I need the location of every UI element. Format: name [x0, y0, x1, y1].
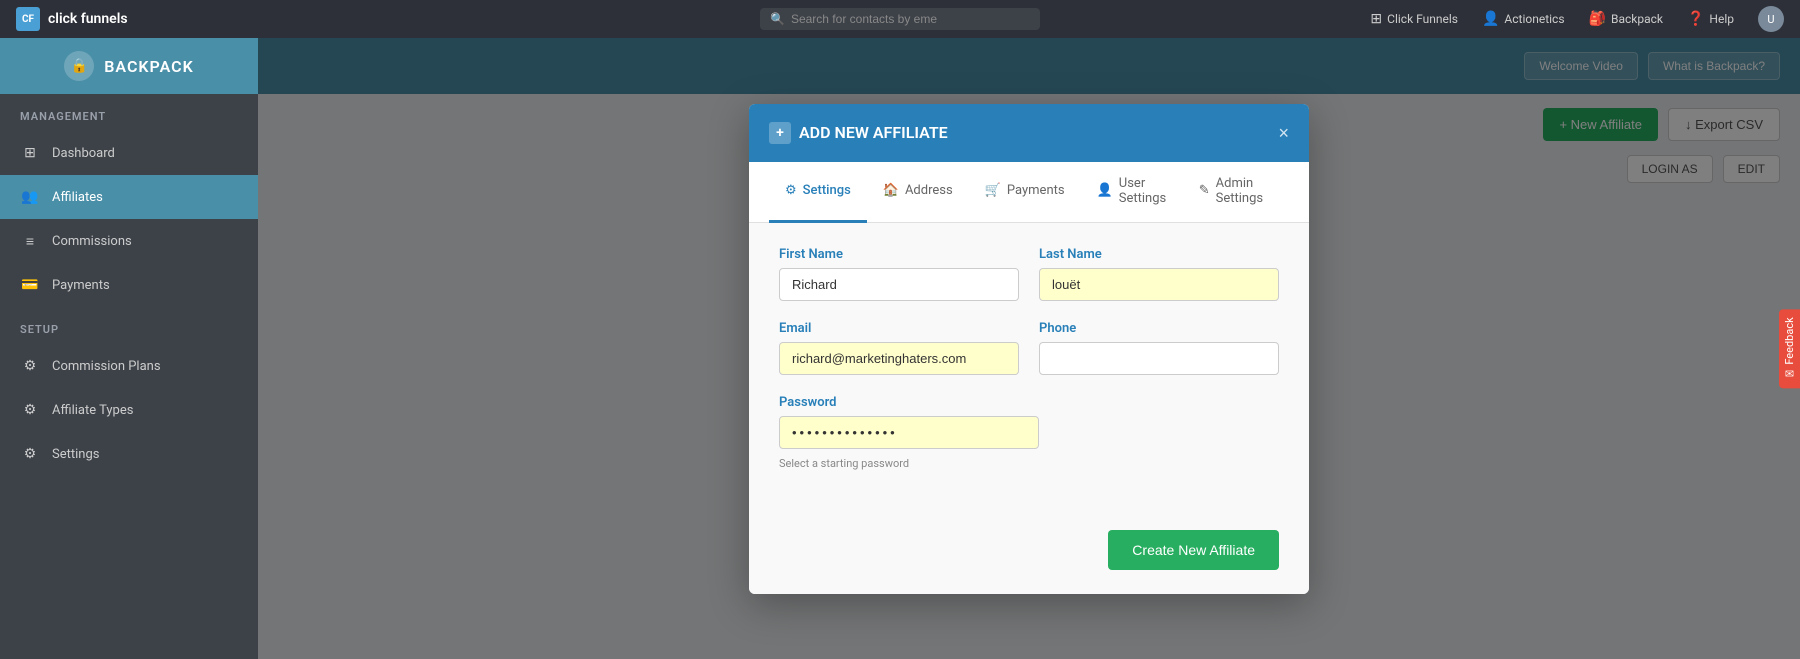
navbar: CF click funnels 🔍 ⊞ Click Funnels 👤 Act…	[0, 0, 1800, 38]
tab-admin-settings[interactable]: ✎ Admin Settings	[1183, 162, 1289, 223]
commission-plans-icon: ⚙	[20, 356, 40, 376]
modal-header: + ADD NEW AFFILIATE ×	[749, 104, 1309, 162]
tab-user-settings[interactable]: 👤 User Settings	[1081, 162, 1183, 223]
modal-tabs: ⚙ Settings 🏠 Address 🛒 Payments 👤 User S…	[749, 162, 1309, 223]
search-input[interactable]	[791, 12, 1030, 26]
sidebar-item-affiliates[interactable]: 👥 Affiliates	[0, 175, 258, 219]
sidebar-item-dashboard[interactable]: ⊞ Dashboard	[0, 131, 258, 175]
user-settings-tab-icon: 👤	[1097, 183, 1113, 198]
first-name-input[interactable]	[779, 268, 1019, 301]
avatar[interactable]: U	[1758, 6, 1784, 32]
first-name-label: First Name	[779, 247, 1019, 262]
modal-title: + ADD NEW AFFILIATE	[769, 122, 948, 144]
password-label: Password	[779, 395, 1279, 410]
address-tab-icon: 🏠	[883, 183, 899, 198]
sidebar-section-management: MANAGEMENT	[0, 94, 258, 131]
navbar-backpack[interactable]: 🎒 Backpack	[1589, 11, 1663, 27]
sidebar-item-label: Dashboard	[52, 146, 115, 161]
sidebar-title: BACKPACK	[104, 57, 194, 76]
actionetics-icon: 👤	[1482, 11, 1499, 27]
modal-overlay[interactable]: + ADD NEW AFFILIATE × ⚙ Settings 🏠 Addre…	[258, 38, 1800, 659]
settings-icon: ⚙	[20, 444, 40, 464]
modal-title-icon: +	[769, 122, 791, 144]
modal: + ADD NEW AFFILIATE × ⚙ Settings 🏠 Addre…	[749, 104, 1309, 594]
admin-settings-tab-icon: ✎	[1199, 183, 1210, 198]
modal-footer: Create New Affiliate	[749, 514, 1309, 594]
brand[interactable]: CF click funnels	[16, 7, 128, 31]
commissions-icon: ≡	[20, 231, 40, 251]
main-layout: 🔒 BACKPACK MANAGEMENT ⊞ Dashboard 👥 Affi…	[0, 38, 1800, 659]
navbar-links: ⊞ Click Funnels 👤 Actionetics 🎒 Backpack…	[1370, 6, 1784, 32]
navbar-clickfunnels[interactable]: ⊞ Click Funnels	[1370, 11, 1458, 27]
sidebar: 🔒 BACKPACK MANAGEMENT ⊞ Dashboard 👥 Affi…	[0, 38, 258, 659]
feedback-icon: ✉	[1785, 367, 1794, 380]
password-hint: Select a starting password	[779, 457, 1279, 470]
sidebar-item-settings[interactable]: ⚙ Settings	[0, 432, 258, 476]
create-affiliate-button[interactable]: Create New Affiliate	[1108, 530, 1279, 570]
tab-address[interactable]: 🏠 Address	[867, 162, 969, 223]
feedback-button[interactable]: Feedback ✉	[1779, 309, 1800, 388]
content: Welcome Video What is Backpack? + New Af…	[258, 38, 1800, 659]
sidebar-item-label: Commissions	[52, 234, 132, 249]
sidebar-item-commission-plans[interactable]: ⚙ Commission Plans	[0, 344, 258, 388]
form-row-password: Password Select a starting password	[779, 395, 1279, 470]
sidebar-item-label: Settings	[52, 447, 99, 462]
last-name-input[interactable]	[1039, 268, 1279, 301]
affiliates-icon: 👥	[20, 187, 40, 207]
brand-name: click funnels	[48, 11, 128, 27]
sidebar-header-icon: 🔒	[64, 51, 94, 81]
sidebar-item-label: Commission Plans	[52, 359, 161, 374]
affiliate-types-icon: ⚙	[20, 400, 40, 420]
help-icon: ❓	[1687, 11, 1704, 27]
last-name-label: Last Name	[1039, 247, 1279, 262]
sidebar-item-label: Affiliates	[52, 190, 103, 205]
settings-tab-icon: ⚙	[785, 183, 797, 198]
form-group-email: Email	[779, 321, 1019, 375]
tab-payments[interactable]: 🛒 Payments	[969, 162, 1081, 223]
backpack-icon: 🎒	[1589, 11, 1606, 27]
password-input[interactable]	[779, 416, 1039, 449]
payments-icon: 💳	[20, 275, 40, 295]
navbar-actionetics[interactable]: 👤 Actionetics	[1482, 11, 1565, 27]
phone-label: Phone	[1039, 321, 1279, 336]
navbar-help[interactable]: ❓ Help	[1687, 11, 1734, 27]
form-group-last-name: Last Name	[1039, 247, 1279, 301]
form-group-phone: Phone	[1039, 321, 1279, 375]
search-bar[interactable]: 🔍	[760, 8, 1040, 30]
modal-body: First Name Last Name Email	[749, 223, 1309, 514]
modal-close-button[interactable]: ×	[1278, 124, 1289, 142]
form-row-name: First Name Last Name	[779, 247, 1279, 301]
feedback-label: Feedback	[1783, 317, 1796, 364]
email-input[interactable]	[779, 342, 1019, 375]
dashboard-icon: ⊞	[20, 143, 40, 163]
sidebar-item-affiliate-types[interactable]: ⚙ Affiliate Types	[0, 388, 258, 432]
phone-input[interactable]	[1039, 342, 1279, 375]
sidebar-section-setup: SETUP	[0, 307, 258, 344]
form-group-first-name: First Name	[779, 247, 1019, 301]
tab-settings[interactable]: ⚙ Settings	[769, 162, 867, 223]
email-label: Email	[779, 321, 1019, 336]
form-row-contact: Email Phone	[779, 321, 1279, 375]
sidebar-item-payments[interactable]: 💳 Payments	[0, 263, 258, 307]
sidebar-item-label: Payments	[52, 278, 110, 293]
sidebar-item-label: Affiliate Types	[52, 403, 133, 418]
sidebar-item-commissions[interactable]: ≡ Commissions	[0, 219, 258, 263]
sidebar-header: 🔒 BACKPACK	[0, 38, 258, 94]
payments-tab-icon: 🛒	[985, 183, 1001, 198]
brand-icon: CF	[16, 7, 40, 31]
clickfunnels-icon: ⊞	[1370, 11, 1382, 27]
search-icon: 🔍	[770, 12, 785, 26]
